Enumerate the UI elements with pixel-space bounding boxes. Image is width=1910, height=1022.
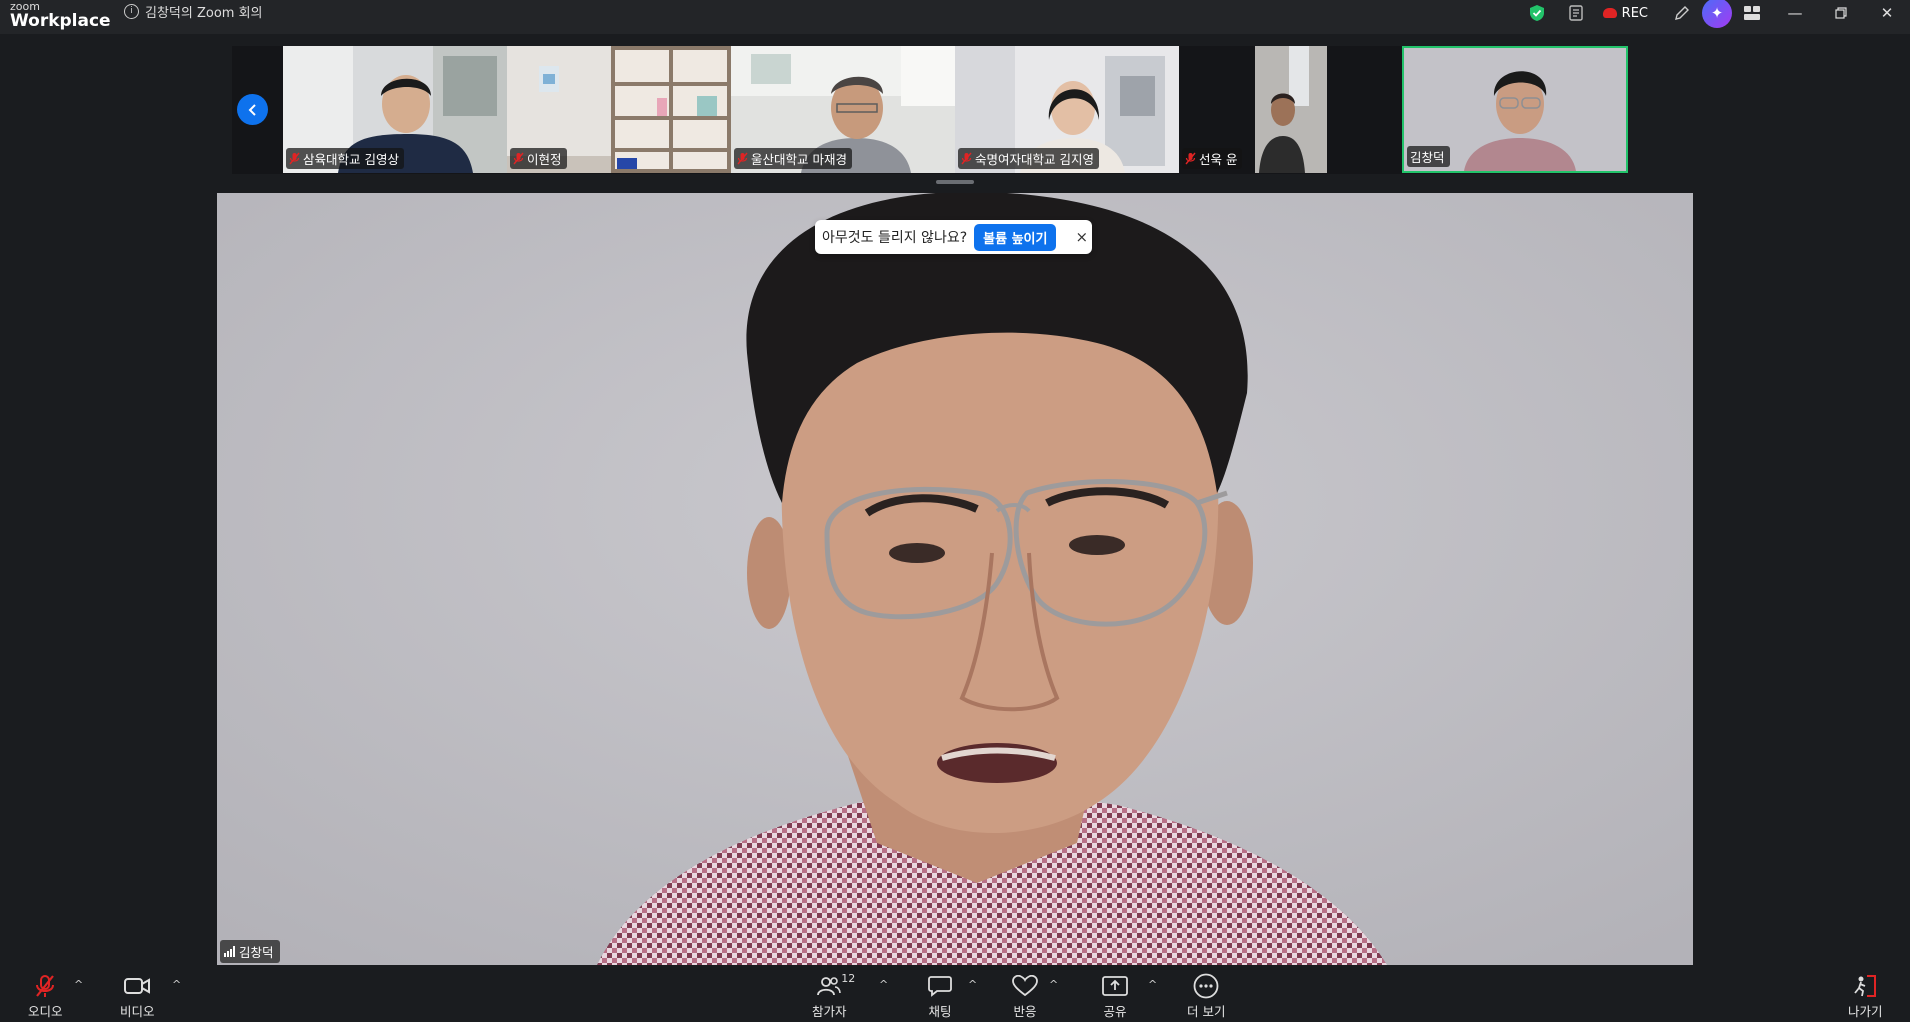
muted-mic-icon xyxy=(1185,152,1196,165)
participant-name-tag: 삼육대학교 김영상 xyxy=(286,148,404,169)
audio-hint-text: 아무것도 들리지 않나요? xyxy=(822,230,968,246)
participants-button[interactable]: 12 참가자 xyxy=(812,972,855,1020)
participant-tile[interactable]: 울산대학교 마재경 xyxy=(731,46,955,173)
chat-icon xyxy=(928,974,952,998)
speaker-video-frame xyxy=(217,193,1693,965)
participant-name-tag: 울산대학교 마재경 xyxy=(734,148,852,169)
muted-mic-icon xyxy=(513,152,524,165)
participant-name: 김창덕 xyxy=(1410,150,1445,165)
participant-name-tag: 숙명여자대학교 김지영 xyxy=(958,148,1099,169)
reactions-options-chevron-icon[interactable]: ^ xyxy=(1049,978,1058,991)
previous-page-button[interactable] xyxy=(237,94,268,125)
audio-options-chevron-icon[interactable]: ^ xyxy=(74,978,83,991)
main-speaker-video[interactable]: 김창덕 xyxy=(217,193,1693,965)
participant-tile[interactable]: 선욱 윤 xyxy=(1179,46,1403,173)
leave-icon xyxy=(1852,974,1878,998)
participant-name: 이현정 xyxy=(527,152,562,167)
more-button[interactable]: 더 보기 xyxy=(1187,973,1225,1020)
participant-name: 삼육대학교 김영상 xyxy=(303,152,399,167)
chat-options-chevron-icon[interactable]: ^ xyxy=(968,978,977,991)
increase-volume-button[interactable]: 볼륨 높이기 xyxy=(974,223,1057,251)
audio-button[interactable]: 오디오 xyxy=(28,974,63,1020)
info-icon[interactable]: i xyxy=(124,4,139,19)
participant-name: 선욱 윤 xyxy=(1199,152,1238,167)
signal-strength-icon xyxy=(224,946,235,957)
meeting-title[interactable]: i 김창덕의 Zoom 회의 xyxy=(124,2,263,21)
video-button[interactable]: 비디오 xyxy=(120,974,155,1020)
close-window-button[interactable]: ✕ xyxy=(1864,0,1910,26)
heart-icon xyxy=(1012,974,1038,998)
app-logo: zoom Workplace xyxy=(10,0,111,30)
pencil-icon[interactable] xyxy=(1671,2,1693,24)
share-screen-icon xyxy=(1102,974,1128,998)
participant-tile[interactable]: 숙명여자대학교 김지영 xyxy=(955,46,1179,173)
brand-large: Workplace xyxy=(10,11,111,31)
apps-icon[interactable] xyxy=(1741,2,1763,24)
close-hint-button[interactable]: × xyxy=(1075,228,1088,246)
main-speaker-name-tag: 김창덕 xyxy=(220,940,280,963)
meeting-title-text: 김창덕의 Zoom 회의 xyxy=(145,6,263,21)
video-options-chevron-icon[interactable]: ^ xyxy=(172,978,181,991)
muted-mic-icon xyxy=(34,974,56,998)
reactions-button[interactable]: 반응 xyxy=(1012,974,1038,1020)
camera-icon xyxy=(124,974,151,998)
participant-tile[interactable]: 삼육대학교 김영상 xyxy=(283,46,507,173)
participants-icon: 12 xyxy=(817,972,855,998)
participant-count: 12 xyxy=(841,972,856,985)
participants-options-chevron-icon[interactable]: ^ xyxy=(879,978,888,991)
meeting-toolbar: 오디오 ^ 비디오 ^ 12 참가자 ^ 채팅 ^ 반응 ^ 공유 ^ 더 보기… xyxy=(0,966,1910,1022)
rec-label: REC xyxy=(1621,5,1648,21)
title-bar: zoom Workplace i 김창덕의 Zoom 회의 REC ✦ — ✕ xyxy=(0,0,1910,34)
participant-name-tag: 김창덕 xyxy=(1407,146,1450,167)
participant-tile[interactable]: 이현정 xyxy=(507,46,731,173)
share-options-chevron-icon[interactable]: ^ xyxy=(1148,978,1157,991)
notes-icon[interactable] xyxy=(1566,2,1588,24)
muted-mic-icon xyxy=(289,152,300,165)
main-speaker-name: 김창덕 xyxy=(239,945,274,960)
more-icon xyxy=(1193,973,1219,999)
participant-name: 숙명여자대학교 김지영 xyxy=(975,152,1094,167)
restore-button[interactable] xyxy=(1818,0,1864,26)
participant-name-tag: 이현정 xyxy=(510,148,567,169)
share-button[interactable]: 공유 xyxy=(1102,974,1128,1020)
participant-name: 울산대학교 마재경 xyxy=(751,152,847,167)
cloud-record-icon xyxy=(1602,8,1617,18)
title-bar-controls: REC ✦ — ✕ xyxy=(1517,0,1910,28)
strip-resize-handle[interactable] xyxy=(936,180,974,184)
chevron-left-icon xyxy=(248,103,256,116)
ai-companion-icon[interactable]: ✦ xyxy=(1702,0,1732,28)
muted-mic-icon xyxy=(737,152,748,165)
participant-tile-active-speaker[interactable]: 김창덕 xyxy=(1402,46,1628,173)
participant-name-tag: 선욱 윤 xyxy=(1182,148,1243,169)
minimize-button[interactable]: — xyxy=(1772,0,1818,26)
audio-hint-popup: 아무것도 들리지 않나요? 볼륨 높이기 × xyxy=(815,220,1092,254)
shield-icon[interactable] xyxy=(1526,2,1548,24)
chat-button[interactable]: 채팅 xyxy=(928,974,952,1020)
leave-button[interactable]: 나가기 xyxy=(1848,974,1883,1020)
cloud-recording-indicator[interactable]: REC xyxy=(1602,5,1648,21)
muted-mic-icon xyxy=(961,152,972,165)
